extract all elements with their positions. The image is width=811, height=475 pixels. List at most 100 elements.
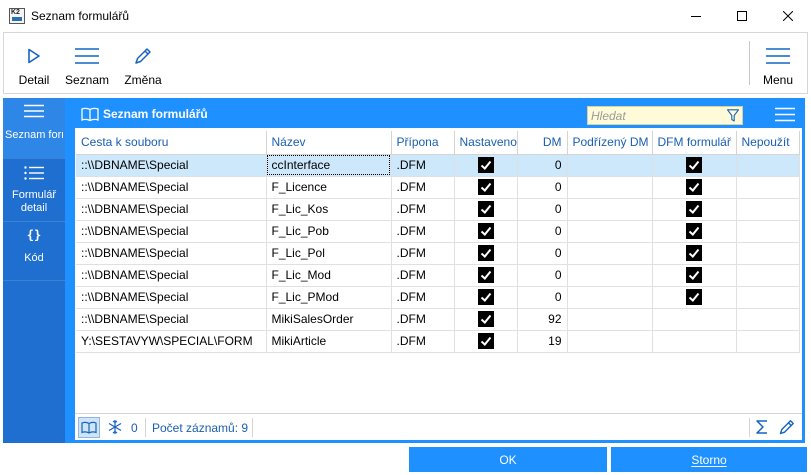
cell-nepouzit[interactable] [736,330,800,353]
cell-podrizeny-dm[interactable] [567,286,653,309]
cell-dm[interactable]: 0 [517,242,568,265]
cell-nepouzit[interactable] [736,264,800,287]
close-button[interactable] [765,0,811,32]
cell-cesta[interactable]: ::\\DBNAME\Special [76,198,267,221]
column-header-nazev[interactable]: Název [266,131,392,155]
cell-pripona[interactable]: .DFM [391,176,455,199]
nav-item-seznam[interactable]: Seznam formulá... [3,98,65,158]
checkbox-checked[interactable] [686,201,702,217]
ok-button[interactable]: OK [409,447,607,472]
nav-item-kod[interactable]: {} Kód [3,221,65,281]
cell-cesta[interactable]: ::\\DBNAME\Special [76,286,267,309]
cell-dfm-formular[interactable] [652,308,737,331]
checkbox-checked[interactable] [477,157,494,173]
cell-cesta[interactable]: ::\\DBNAME\Special [76,242,267,265]
cell-pripona[interactable]: .DFM [391,242,455,265]
table-row[interactable]: Y:\SESTAVYW\SPECIAL\FORM MikiArticle .DFM 1… [76,330,800,353]
column-header-nepouzit[interactable]: Nepoužít [736,131,800,155]
cell-nazev[interactable]: F_Lic_Kos [266,198,392,221]
cell-dfm-formular[interactable] [652,330,737,353]
cell-pripona[interactable]: .DFM [391,330,455,353]
checkbox-checked[interactable] [477,179,494,195]
cell-nazev[interactable]: F_Lic_Pol [266,242,392,265]
table-row[interactable]: ::\\DBNAME\Special ccInterface .DFM 0 [76,154,800,177]
cell-pripona[interactable]: .DFM [391,220,455,243]
cell-dfm-formular[interactable] [652,242,737,265]
cell-nastaveno[interactable] [454,330,518,353]
list-view-toggle-button[interactable] [78,417,100,438]
checkbox-checked[interactable] [686,179,702,195]
cell-nastaveno[interactable] [454,242,518,265]
cell-dfm-formular[interactable] [652,154,737,177]
cell-nastaveno[interactable] [454,176,518,199]
cell-nepouzit[interactable] [736,198,800,221]
checkbox-checked[interactable] [477,311,494,327]
table-row[interactable]: ::\\DBNAME\Special F_Lic_PMod .DFM 0 [76,286,800,309]
cell-podrizeny-dm[interactable] [567,198,653,221]
cell-nazev[interactable]: F_Lic_Pob [266,220,392,243]
nav-item-formular-detail[interactable]: Formulář detail [3,158,65,220]
cell-nepouzit[interactable] [736,154,800,177]
cell-podrizeny-dm[interactable] [567,220,653,243]
cell-dfm-formular[interactable] [652,176,737,199]
cell-nepouzit[interactable] [736,286,800,309]
cell-nazev[interactable]: MikiArticle [266,330,392,353]
checkbox-checked[interactable] [477,245,494,261]
storno-button[interactable]: Storno [611,447,807,472]
cell-dm[interactable]: 19 [517,330,568,353]
cell-podrizeny-dm[interactable] [567,242,653,265]
cell-nepouzit[interactable] [736,176,800,199]
cell-dm[interactable]: 0 [517,176,568,199]
sigma-icon[interactable] [753,418,771,436]
cell-podrizeny-dm[interactable] [567,154,653,177]
cell-podrizeny-dm[interactable] [567,264,653,287]
cell-dm[interactable]: 0 [517,198,568,221]
cell-cesta[interactable]: Y:\SESTAVYW\SPECIAL\FORM [76,330,267,353]
cell-cesta[interactable]: ::\\DBNAME\Special [76,308,267,331]
cell-dm[interactable]: 0 [517,220,568,243]
minimize-button[interactable] [673,0,719,32]
zmena-button[interactable]: Změna [120,33,166,93]
cell-nazev[interactable]: F_Lic_PMod [266,286,392,309]
table-row[interactable]: ::\\DBNAME\Special F_Lic_Mod .DFM 0 [76,264,800,287]
cell-nastaveno[interactable] [454,220,518,243]
menu-button[interactable]: Menu [756,33,800,93]
table-row[interactable]: ::\\DBNAME\Special F_Lic_Kos .DFM 0 [76,198,800,221]
cell-pripona[interactable]: .DFM [391,264,455,287]
checkbox-checked[interactable] [686,289,702,305]
cell-pripona[interactable]: .DFM [391,154,455,177]
checkbox-checked[interactable] [686,245,702,261]
cell-dm[interactable]: 0 [517,286,568,309]
column-header-pripona[interactable]: Přípona [391,131,455,155]
cell-podrizeny-dm[interactable] [567,176,653,199]
checkbox-checked[interactable] [477,289,494,305]
cell-nastaveno[interactable] [454,154,518,177]
column-header-nastaveno[interactable]: Nastaveno [454,131,518,155]
cell-cesta[interactable]: ::\\DBNAME\Special [76,264,267,287]
checkbox-checked[interactable] [477,223,494,239]
cell-nepouzit[interactable] [736,308,800,331]
cell-nazev[interactable]: MikiSalesOrder [266,308,392,331]
pencil-icon[interactable] [778,418,796,436]
cell-pripona[interactable]: .DFM [391,286,455,309]
maximize-button[interactable] [719,0,765,32]
cell-podrizeny-dm[interactable] [567,330,653,353]
cell-nastaveno[interactable] [454,198,518,221]
checkbox-checked[interactable] [477,201,494,217]
cell-dfm-formular[interactable] [652,286,737,309]
cell-podrizeny-dm[interactable] [567,308,653,331]
checkbox-checked[interactable] [477,333,494,349]
checkbox-checked[interactable] [477,267,494,283]
search-input[interactable] [588,107,724,124]
cell-nastaveno[interactable] [454,264,518,287]
column-header-cesta[interactable]: Cesta k souboru [76,131,267,155]
cell-dfm-formular[interactable] [652,264,737,287]
column-header-podrizeny-dm[interactable]: Podřízený DM [567,131,653,155]
table-row[interactable]: ::\\DBNAME\Special F_Licence .DFM 0 [76,176,800,199]
cell-nazev[interactable]: F_Lic_Mod [266,264,392,287]
seznam-button[interactable]: Seznam [64,33,110,93]
cell-nazev[interactable]: F_Licence [266,176,392,199]
detail-button[interactable]: Detail [14,33,54,93]
cell-dm[interactable]: 0 [517,264,568,287]
cell-pripona[interactable]: .DFM [391,198,455,221]
